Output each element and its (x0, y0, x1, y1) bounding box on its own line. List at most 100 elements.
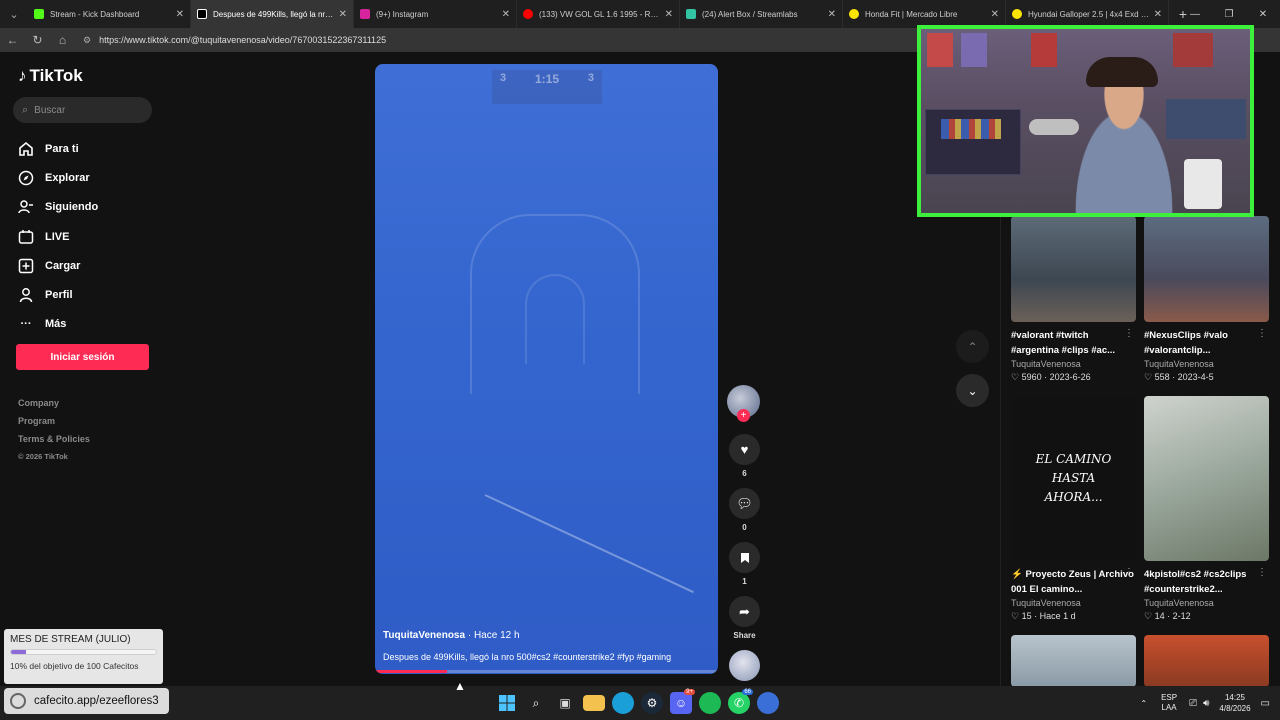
sidebar-item-siguiendo[interactable]: Siguiendo (18, 193, 98, 222)
previous-video-chevron-up-icon[interactable]: ⌃ (956, 330, 989, 363)
video-player[interactable]: 3 1:15 3 TuquitaVenenosa · Hace 12 h Des… (375, 64, 718, 674)
related-video-card[interactable]: #valorant #twitch #argentina #clips #ac.… (1011, 216, 1136, 383)
task-view-icon[interactable]: ▣ (554, 692, 576, 714)
tray-chevron-up-icon[interactable]: ⌃ (1140, 699, 1147, 708)
next-video-chevron-down-icon[interactable]: ⌄ (956, 374, 989, 407)
sidebar-item-live[interactable]: LIVE (18, 222, 98, 251)
spotify-icon[interactable] (699, 692, 721, 714)
footer-link-company[interactable]: Company (18, 398, 90, 416)
maximize-icon[interactable]: ❐ (1212, 9, 1246, 20)
video-author[interactable]: TuquitaVenenosa (1144, 598, 1269, 608)
tab-title: Honda Fit | Mercado Libre (865, 9, 958, 19)
app-globe-icon[interactable] (757, 692, 779, 714)
video-thumbnail[interactable]: EL CAMINO HASTA AHORA... (1011, 396, 1136, 561)
close-tab-icon[interactable]: ✕ (991, 9, 999, 20)
clock[interactable]: 14:25 4/8/2026 (1219, 692, 1250, 714)
video-thumbnail[interactable] (1144, 635, 1269, 687)
video-title[interactable]: ⚡ Proyecto Zeus | Archivo 001 El camino.… (1011, 567, 1136, 597)
music-disc-avatar[interactable] (729, 650, 760, 681)
video-thumbnail[interactable] (1144, 216, 1269, 322)
video-title[interactable]: #NexusClips #valo #valorantclip... (1144, 328, 1269, 358)
related-video-card[interactable]: EL CAMINO HASTA AHORA... ⚡ Proyecto Zeus… (1011, 396, 1136, 622)
sidebar-item-para-ti[interactable]: Para ti (18, 134, 98, 163)
video-author[interactable]: TuquitaVenenosa (1011, 598, 1136, 608)
close-tab-icon[interactable]: ✕ (502, 9, 510, 20)
search-icon[interactable]: ⌕ (525, 692, 547, 714)
bookmark-icon[interactable] (729, 542, 760, 573)
video-author[interactable]: TuquitaVenenosa · Hace 12 h (383, 630, 520, 641)
notifications-icon[interactable]: ▭ (1261, 698, 1270, 709)
close-tab-icon[interactable]: ✕ (1154, 9, 1162, 20)
video-title[interactable]: #valorant #twitch #argentina #clips #ac.… (1011, 328, 1136, 358)
like-action[interactable]: ♥ 6 (727, 434, 762, 488)
sidebar-item-perfil[interactable]: Perfil (18, 280, 98, 309)
more-options-icon[interactable]: ⋮ (1257, 328, 1267, 339)
browser-tab[interactable]: Honda Fit | Mercado Libre ✕ (843, 0, 1006, 28)
browser-tab[interactable]: Stream - Kick Dashboard ✕ (28, 0, 191, 28)
steam-icon[interactable]: ⚙ (641, 692, 663, 714)
browser-tab[interactable]: (133) VW GOL GL 1.6 1995 - RETR ✕ (517, 0, 680, 28)
browser-tab-active[interactable]: Despues de 499Kills, llegó la nro 5 ✕ (191, 0, 354, 28)
back-icon[interactable]: ← (0, 33, 25, 47)
sidebar-item-cargar[interactable]: Cargar (18, 251, 98, 280)
browser-tab[interactable]: (24) Alert Box / Streamlabs ✕ (680, 0, 843, 28)
tiktok-favicon-icon (197, 9, 207, 19)
related-video-card[interactable] (1011, 635, 1136, 687)
video-title[interactable]: 4kpistol#cs2 #cs2clips #counterstrike2..… (1144, 567, 1269, 597)
close-tab-icon[interactable]: ✕ (665, 9, 673, 20)
share-action[interactable]: ➦ Share (727, 596, 762, 650)
more-options-icon[interactable]: ⋮ (1124, 328, 1134, 339)
related-video-card[interactable] (1144, 635, 1269, 687)
video-progress-fill (375, 670, 448, 673)
volume-icon[interactable]: 🔊︎ (1203, 698, 1209, 709)
close-window-icon[interactable]: ✕ (1246, 9, 1280, 20)
search-input[interactable]: ⌕ Buscar (13, 97, 152, 123)
video-author[interactable]: TuquitaVenenosa (1144, 359, 1269, 369)
heart-icon[interactable]: ♥ (729, 434, 760, 465)
home-icon[interactable]: ⌂ (50, 33, 75, 47)
login-button[interactable]: Iniciar sesión (16, 344, 149, 370)
network-icon[interactable]: ⎚ (1189, 698, 1197, 709)
more-options-icon[interactable]: ⋮ (1257, 567, 1267, 578)
video-thumbnail[interactable] (1011, 216, 1136, 322)
site-info-icon[interactable]: ⚙ (83, 35, 91, 46)
browser-tab[interactable]: Hyundai Galloper 2.5 | 4x4 Exd | M ✕ (1006, 0, 1169, 28)
more-options-icon[interactable]: ⋮ (1124, 567, 1134, 578)
whatsapp-icon[interactable]: ✆ 66 (728, 689, 753, 714)
sidebar-item-mas[interactable]: ··· Más (18, 310, 98, 339)
video-progress-bar[interactable] (375, 670, 718, 673)
reload-icon[interactable]: ↻ (25, 33, 50, 47)
file-explorer-icon[interactable] (583, 695, 605, 711)
post-date: 2023-6-26 (1049, 372, 1091, 382)
browser-tab[interactable]: (9+) Instagram ✕ (354, 0, 517, 28)
footer-link-terms[interactable]: Terms & Policies (18, 434, 90, 452)
comment-action[interactable]: 💬︎ 0 (727, 488, 762, 542)
nav-label: Cargar (45, 259, 81, 272)
discord-icon[interactable]: ☺ 9+ (670, 689, 695, 714)
footer-link-program[interactable]: Program (18, 416, 90, 434)
comment-icon[interactable]: 💬︎ (729, 488, 760, 519)
sidebar-item-explorar[interactable]: Explorar (18, 163, 98, 192)
video-title-text: Proyecto Zeus | Archivo 001 El camino... (1011, 569, 1134, 595)
tab-list-chevron-icon[interactable]: ⌄ (0, 0, 28, 28)
close-tab-icon[interactable]: ✕ (176, 9, 184, 20)
tiktok-logo[interactable]: ♪ TikTok (18, 66, 83, 86)
close-tab-icon[interactable]: ✕ (339, 9, 347, 20)
video-caption[interactable]: Despues de 499Kills, llegó la nro 500#cs… (383, 652, 713, 662)
language-indicator[interactable]: ESP LAA (1161, 693, 1177, 713)
related-video-card[interactable]: 4kpistol#cs2 #cs2clips #counterstrike2..… (1144, 396, 1269, 622)
save-action[interactable]: 1 (727, 542, 762, 596)
minimize-icon[interactable]: — (1178, 9, 1212, 20)
video-author[interactable]: TuquitaVenenosa (1011, 359, 1136, 369)
video-thumbnail[interactable] (1144, 396, 1269, 561)
windows-start-icon[interactable] (496, 692, 518, 714)
related-video-card[interactable]: #NexusClips #valo #valorantclip... ⋮ Tuq… (1144, 216, 1269, 383)
follow-plus-icon[interactable]: + (737, 409, 750, 422)
edge-browser-icon[interactable] (612, 692, 634, 714)
share-icon[interactable]: ➦ (729, 596, 760, 627)
share-label: Share (733, 631, 756, 640)
close-tab-icon[interactable]: ✕ (828, 9, 836, 20)
video-thumbnail[interactable] (1011, 635, 1136, 687)
following-icon (18, 199, 34, 215)
author-avatar[interactable]: + (727, 385, 760, 422)
